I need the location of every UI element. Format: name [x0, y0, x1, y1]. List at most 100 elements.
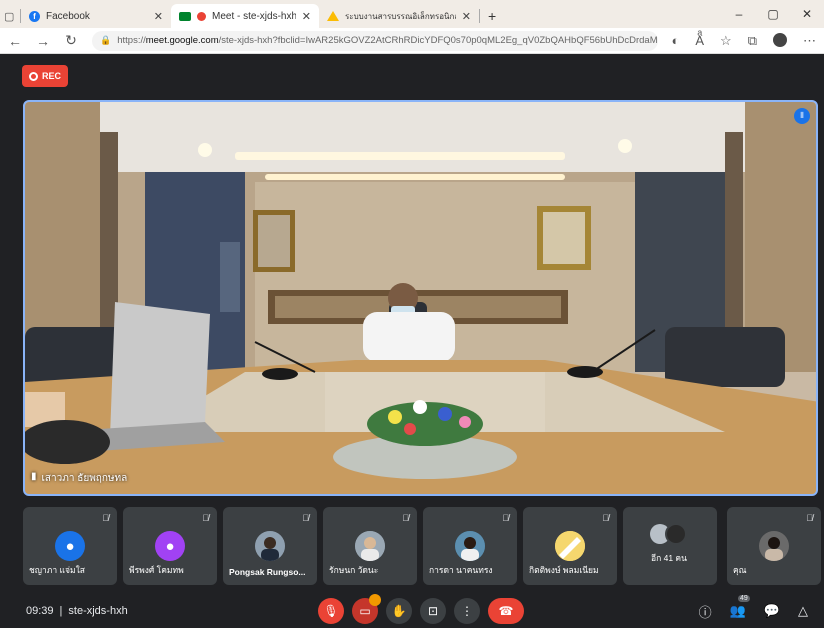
meet-stage: REC ⦀ ▮ เสาวภา ธัยพฤกษทล 🎙̸ ● ชญาภา แจ่ม…: [0, 54, 824, 628]
more-vert-icon: ⋮: [461, 604, 473, 618]
group-avatars: [647, 523, 691, 545]
recording-badge: REC: [22, 65, 68, 87]
main-speaker-label: ▮ เสาวภา ธัยพฤกษทล: [31, 471, 127, 486]
avatar: ●: [55, 531, 85, 561]
tab-actions-icon[interactable]: ▢: [0, 4, 20, 28]
mic-off-icon: 🎙̸: [102, 513, 109, 523]
people-icon[interactable]: 👥 49: [730, 595, 750, 619]
browser-tab-bar: ▢ f Facebook ✕ Meet - ste-xjds-hxh ✕ ระบ…: [0, 0, 824, 28]
more-menu-icon[interactable]: ⋯: [803, 33, 816, 49]
participant-name: Pongsak Rungso...: [229, 567, 306, 577]
main-video-feed[interactable]: ⦀ ▮ เสาวภา ธัยพฤกษทล: [23, 100, 818, 496]
mic-off-icon: 🎙̸: [402, 513, 409, 523]
tab-title: ระบบงานสารบรรณอิเล็กทรอนิกส์ที่ระ...: [345, 11, 456, 21]
meeting-time: 09:39: [26, 605, 54, 617]
pin-icon: ▮: [31, 471, 37, 482]
close-tab-icon[interactable]: ✕: [302, 10, 311, 23]
activities-icon[interactable]: △: [798, 603, 808, 619]
drive-icon: [327, 11, 339, 21]
camera-permission-icon[interactable]: ◐: [672, 33, 680, 49]
collections-icon[interactable]: ⧉: [748, 33, 757, 49]
participant-tile-self[interactable]: 🎙̸ คุณ: [727, 507, 821, 585]
avatar: [455, 531, 485, 561]
tab-drive[interactable]: ระบบงานสารบรรณอิเล็กทรอนิกส์ที่ระ... ✕: [319, 4, 479, 28]
avatar: [759, 531, 789, 561]
hand-icon: ✋: [391, 604, 407, 618]
mic-off-icon: 🎙̸: [302, 513, 309, 523]
forward-arrow-icon[interactable]: →: [36, 33, 50, 49]
mic-off-icon: 🎙̸: [602, 513, 609, 523]
participant-name: ชญาภา แจ่มใส: [29, 565, 85, 575]
close-tab-icon[interactable]: ✕: [462, 10, 471, 23]
hang-up-icon: ☎: [498, 604, 514, 618]
participant-tile[interactable]: 🎙̸ กิตติพงษ์ พลมเนียม: [523, 507, 617, 585]
participant-name: พีรพงศ์ โคมทพ: [129, 565, 184, 575]
meeting-code: ste-xjds-hxh: [68, 605, 128, 617]
mic-off-icon: 🎙̸: [502, 513, 509, 523]
lock-icon: 🔒: [100, 35, 112, 45]
url-prefix: https://: [117, 35, 146, 46]
url-path: /ste-xjds-hxh?fbclid=IwAR25kGOVZ2AtCRhRD…: [218, 35, 658, 46]
participant-tile[interactable]: 🎙̸ ● ชญาภา แจ่มใส: [23, 507, 117, 585]
speaker-name: เสาวภา ธัยพฤกษทล: [41, 473, 128, 484]
minimize-button[interactable]: –: [722, 0, 756, 28]
participant-tile[interactable]: 🎙̸ การดา นาคนทรง: [423, 507, 517, 585]
present-icon: ⊡: [427, 604, 439, 618]
mic-off-icon: 🎙̸: [202, 513, 209, 523]
reading-view-icon[interactable]: Aͣ: [695, 33, 704, 49]
plus-icon: +: [488, 8, 497, 24]
facebook-icon: f: [29, 10, 40, 22]
avatar: ●: [155, 531, 185, 561]
recording-label: REC: [41, 71, 61, 81]
record-icon: [28, 71, 38, 81]
chat-icon[interactable]: 💬: [764, 603, 780, 619]
participant-tile[interactable]: 🎙̸ Pongsak Rungso...: [223, 507, 317, 585]
participant-strip: 🎙̸ ● ชญาภา แจ่มใส 🎙̸ ● พีรพงศ์ โคมทพ 🎙̸ …: [23, 507, 823, 587]
conference-room-video: [25, 102, 816, 494]
tab-meet[interactable]: Meet - ste-xjds-hxh ✕: [171, 4, 319, 28]
participant-tile[interactable]: 🎙̸ รักษนก วัดนะ: [323, 507, 417, 585]
tab-title: Facebook: [46, 10, 90, 22]
speaking-indicator-icon: ⦀: [794, 108, 810, 124]
more-participants-label: อีก 41 คน: [651, 553, 687, 563]
maximize-button[interactable]: ▢: [756, 0, 790, 28]
new-tab-button[interactable]: +: [480, 4, 504, 28]
end-call-button[interactable]: ☎: [488, 598, 524, 624]
participant-name: รักษนก วัดนะ: [329, 565, 379, 575]
close-tab-icon[interactable]: ✕: [154, 10, 163, 23]
call-controls: 🎙 ▭ ✋ ⊡ ⋮ ☎: [318, 594, 524, 624]
participant-tile-overflow[interactable]: อีก 41 คน: [623, 507, 717, 585]
camera-off-icon: ▭: [359, 604, 371, 618]
present-screen-button[interactable]: ⊡: [420, 598, 446, 624]
side-controls: ⓘ 👥 49 💬 △: [699, 595, 808, 621]
meet-control-bar: 09:39 | ste-xjds-hxh 🎙 ▭ ✋ ⊡ ⋮ ☎ ⓘ 👥 49 💬…: [0, 594, 824, 628]
info-separator: |: [59, 605, 63, 617]
meet-icon: [179, 11, 191, 21]
people-count: 49: [738, 595, 750, 602]
window-controls: – ▢ ✕: [722, 0, 824, 28]
url-domain: meet.google.com: [145, 35, 219, 46]
refresh-icon[interactable]: ↻: [64, 32, 78, 49]
participant-name: การดา นาคนทรง: [429, 565, 493, 575]
raise-hand-button[interactable]: ✋: [386, 598, 412, 624]
mic-off-icon: 🎙̸: [806, 513, 813, 523]
camera-toggle-button[interactable]: ▭: [352, 594, 381, 624]
participant-name: คุณ: [733, 565, 747, 575]
participant-name: กิตติพงษ์ พลมเนียม: [529, 565, 599, 575]
more-options-button[interactable]: ⋮: [454, 598, 480, 624]
meeting-info: 09:39 | ste-xjds-hxh: [26, 605, 128, 617]
favorite-star-icon[interactable]: ☆: [720, 33, 732, 49]
tab-facebook[interactable]: f Facebook ✕: [21, 4, 171, 28]
address-bar-row: ← → ↻ 🔒 https://meet.google.com/ste-xjds…: [0, 28, 824, 54]
mic-toggle-button[interactable]: 🎙: [318, 598, 344, 624]
info-icon[interactable]: ⓘ: [699, 602, 712, 621]
close-window-button[interactable]: ✕: [790, 0, 824, 28]
participant-tile[interactable]: 🎙̸ ● พีรพงศ์ โคมทพ: [123, 507, 217, 585]
url-field[interactable]: 🔒 https://meet.google.com/ste-xjds-hxh?f…: [92, 30, 658, 51]
profile-avatar-icon[interactable]: [773, 32, 787, 47]
avatar: [255, 531, 285, 561]
tab-title: Meet - ste-xjds-hxh: [212, 10, 296, 22]
back-arrow-icon[interactable]: ←: [8, 33, 22, 49]
mic-off-icon: 🎙: [323, 604, 339, 618]
avatar: [555, 531, 585, 561]
